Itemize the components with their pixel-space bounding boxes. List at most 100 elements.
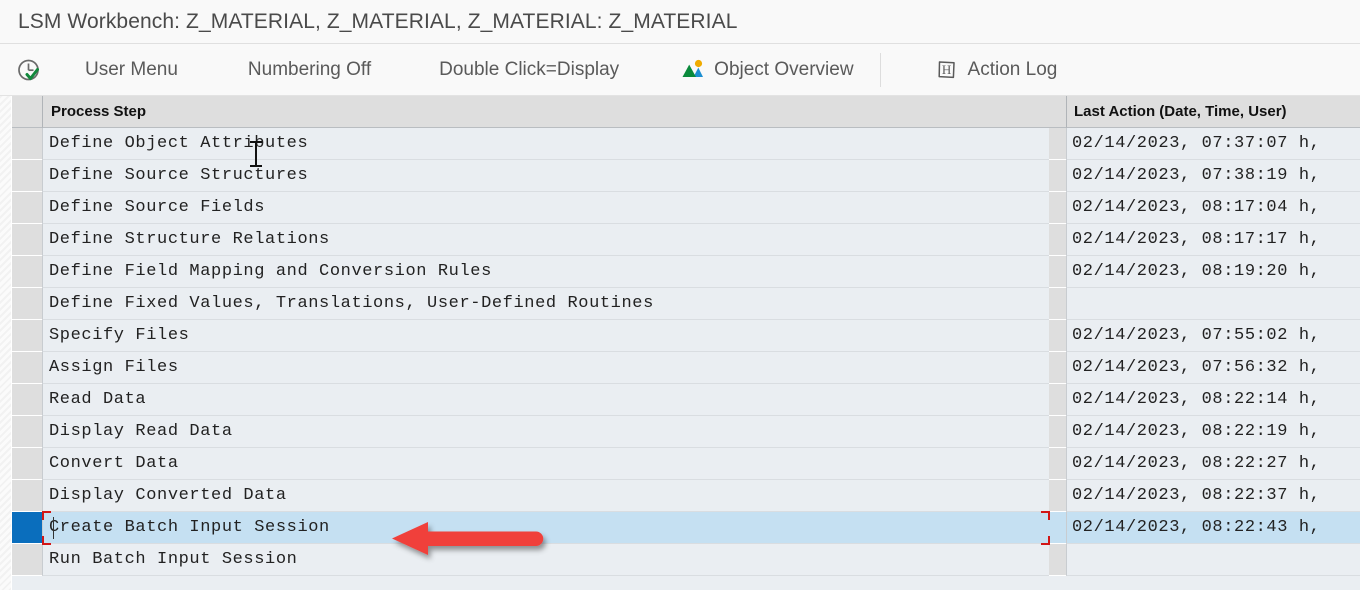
cell-last-action[interactable] bbox=[1066, 288, 1360, 320]
row-divider bbox=[1049, 160, 1066, 192]
cell-last-action[interactable]: 02/14/2023, 07:55:02 h, bbox=[1066, 320, 1360, 352]
text-cursor-caret bbox=[53, 517, 54, 539]
column-divider bbox=[1049, 96, 1066, 128]
row-selector[interactable] bbox=[12, 192, 42, 224]
table-header-row: Process Step Last Action (Date, Time, Us… bbox=[12, 96, 1360, 128]
numbering-off-label: Numbering Off bbox=[247, 59, 372, 80]
table-row-selected[interactable]: Create Batch Input Session 02/14/2023, 0… bbox=[12, 511, 1360, 545]
cell-process-step[interactable]: Convert Data bbox=[42, 448, 1049, 480]
cell-process-step[interactable]: Define Field Mapping and Conversion Rule… bbox=[42, 256, 1049, 288]
cell-last-action-text: 02/14/2023, 08:17:04 h, bbox=[1072, 198, 1321, 217]
double-click-display-label: Double Click=Display bbox=[439, 59, 620, 80]
row-selector[interactable] bbox=[12, 256, 42, 288]
cell-last-action[interactable] bbox=[1066, 544, 1360, 576]
row-selector[interactable] bbox=[12, 288, 42, 320]
cell-last-action[interactable]: 02/14/2023, 07:37:07 h, bbox=[1066, 128, 1360, 160]
cell-process-step[interactable]: Define Source Structures bbox=[42, 160, 1049, 192]
double-click-display-button[interactable]: Double Click=Display bbox=[439, 44, 619, 96]
cell-process-step-text: Create Batch Input Session bbox=[49, 518, 330, 537]
cell-process-step[interactable]: Display Converted Data bbox=[42, 480, 1049, 512]
table-row[interactable]: Define Field Mapping and Conversion Rule… bbox=[12, 256, 1360, 288]
row-selector-active[interactable] bbox=[12, 512, 42, 544]
table-row[interactable]: Display Converted Data 02/14/2023, 08:22… bbox=[12, 480, 1360, 512]
table-row[interactable]: Read Data 02/14/2023, 08:22:14 h, bbox=[12, 384, 1360, 416]
row-selector[interactable] bbox=[12, 480, 42, 512]
row-selector[interactable] bbox=[12, 320, 42, 352]
table-row[interactable]: Convert Data 02/14/2023, 08:22:27 h, bbox=[12, 448, 1360, 480]
process-step-table: Process Step Last Action (Date, Time, Us… bbox=[0, 96, 1360, 590]
user-menu-button[interactable]: User Menu bbox=[85, 44, 178, 96]
cell-process-step[interactable]: Display Read Data bbox=[42, 416, 1049, 448]
cell-last-action[interactable]: 02/14/2023, 07:38:19 h, bbox=[1066, 160, 1360, 192]
row-selector[interactable] bbox=[12, 416, 42, 448]
row-divider bbox=[1049, 256, 1066, 288]
cell-process-step[interactable]: Specify Files bbox=[42, 320, 1049, 352]
cell-last-action-text: 02/14/2023, 08:19:20 h, bbox=[1072, 262, 1321, 281]
table-row[interactable]: Specify Files 02/14/2023, 07:55:02 h, bbox=[12, 320, 1360, 352]
table-row[interactable]: Assign Files 02/14/2023, 07:56:32 h, bbox=[12, 352, 1360, 384]
cell-process-step-text: Display Converted Data bbox=[49, 486, 287, 505]
cell-last-action[interactable]: 02/14/2023, 08:22:43 h, bbox=[1066, 512, 1360, 544]
row-divider bbox=[1049, 320, 1066, 352]
cell-last-action-text: 02/14/2023, 07:55:02 h, bbox=[1072, 326, 1321, 345]
table-row[interactable]: Define Source Structures 02/14/2023, 07:… bbox=[12, 160, 1360, 192]
column-header-process-step-label: Process Step bbox=[51, 103, 147, 120]
page-title: LSM Workbench: Z_MATERIAL, Z_MATERIAL, Z… bbox=[18, 9, 738, 33]
history-button[interactable] bbox=[0, 44, 55, 96]
clock-check-icon bbox=[16, 57, 42, 83]
action-log-label: Action Log bbox=[967, 59, 1058, 80]
h-box-icon: H bbox=[935, 58, 959, 82]
action-log-button[interactable]: H Action Log bbox=[935, 44, 1058, 96]
column-header-last-action-label: Last Action (Date, Time, User) bbox=[1074, 103, 1287, 120]
table-body: Process Step Last Action (Date, Time, Us… bbox=[12, 96, 1360, 590]
column-header-last-action[interactable]: Last Action (Date, Time, User) bbox=[1066, 96, 1360, 128]
table-row[interactable]: Define Structure Relations 02/14/2023, 0… bbox=[12, 224, 1360, 256]
table-row[interactable]: Define Object Attributes 02/14/2023, 07:… bbox=[12, 128, 1360, 160]
table-row[interactable]: Display Read Data 02/14/2023, 08:22:19 h… bbox=[12, 416, 1360, 448]
select-all-cell[interactable] bbox=[12, 96, 42, 128]
cell-last-action-text: 02/14/2023, 07:38:19 h, bbox=[1072, 166, 1321, 185]
table-row[interactable]: Run Batch Input Session bbox=[12, 544, 1360, 576]
user-menu-label: User Menu bbox=[85, 59, 178, 80]
cell-process-step[interactable]: Assign Files bbox=[42, 352, 1049, 384]
toolbar-divider bbox=[879, 52, 881, 87]
cell-last-action[interactable]: 02/14/2023, 08:17:04 h, bbox=[1066, 192, 1360, 224]
row-selector[interactable] bbox=[12, 128, 42, 160]
row-divider bbox=[1049, 352, 1066, 384]
row-divider bbox=[1049, 128, 1066, 160]
cell-last-action-text: 02/14/2023, 08:22:37 h, bbox=[1072, 486, 1321, 505]
row-divider bbox=[1049, 448, 1066, 480]
cell-last-action[interactable]: 02/14/2023, 08:22:14 h, bbox=[1066, 384, 1360, 416]
cell-process-step[interactable]: Read Data bbox=[42, 384, 1049, 416]
numbering-off-button[interactable]: Numbering Off bbox=[248, 44, 371, 96]
cell-last-action[interactable]: 02/14/2023, 08:22:19 h, bbox=[1066, 416, 1360, 448]
cell-process-step[interactable]: Create Batch Input Session bbox=[42, 512, 1049, 544]
table-row[interactable]: Define Source Fields 02/14/2023, 08:17:0… bbox=[12, 192, 1360, 224]
cell-process-step[interactable]: Run Batch Input Session bbox=[42, 544, 1049, 576]
cell-process-step[interactable]: Define Structure Relations bbox=[42, 224, 1049, 256]
cell-process-step-text: Define Fixed Values, Translations, User-… bbox=[49, 294, 654, 313]
cell-last-action[interactable]: 02/14/2023, 08:19:20 h, bbox=[1066, 256, 1360, 288]
cell-last-action-text: 02/14/2023, 08:22:14 h, bbox=[1072, 390, 1321, 409]
cell-last-action[interactable]: 02/14/2023, 08:22:37 h, bbox=[1066, 480, 1360, 512]
cell-process-step-text: Read Data bbox=[49, 390, 147, 409]
cell-process-step[interactable]: Define Source Fields bbox=[42, 192, 1049, 224]
cell-last-action[interactable]: 02/14/2023, 08:17:17 h, bbox=[1066, 224, 1360, 256]
row-divider bbox=[1049, 224, 1066, 256]
cell-process-step-text: Run Batch Input Session bbox=[49, 550, 298, 569]
row-divider bbox=[1049, 384, 1066, 416]
row-selector[interactable] bbox=[12, 224, 42, 256]
cell-last-action[interactable]: 02/14/2023, 07:56:32 h, bbox=[1066, 352, 1360, 384]
object-overview-button[interactable]: Object Overview bbox=[681, 44, 854, 96]
row-selector[interactable] bbox=[12, 544, 42, 576]
cell-process-step-text: Display Read Data bbox=[49, 422, 233, 441]
row-selector[interactable] bbox=[12, 448, 42, 480]
row-selector[interactable] bbox=[12, 160, 42, 192]
cell-process-step[interactable]: Define Fixed Values, Translations, User-… bbox=[42, 288, 1049, 320]
row-selector[interactable] bbox=[12, 384, 42, 416]
cell-last-action[interactable]: 02/14/2023, 08:22:27 h, bbox=[1066, 448, 1360, 480]
column-header-process-step[interactable]: Process Step bbox=[42, 96, 1049, 128]
row-selector[interactable] bbox=[12, 352, 42, 384]
cell-process-step[interactable]: Define Object Attributes bbox=[42, 128, 1049, 160]
table-row[interactable]: Define Fixed Values, Translations, User-… bbox=[12, 288, 1360, 320]
